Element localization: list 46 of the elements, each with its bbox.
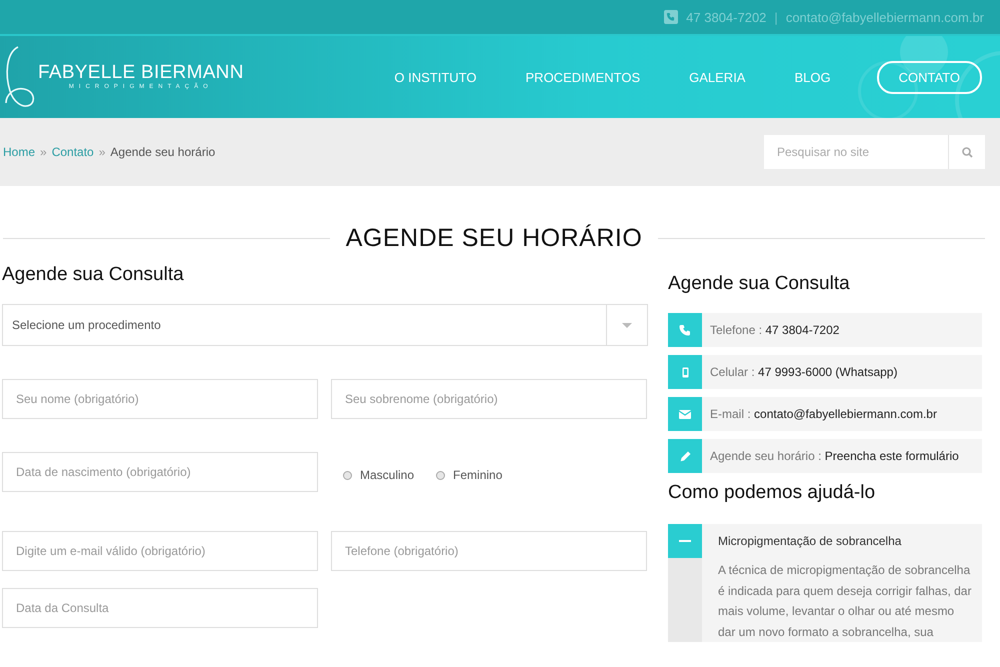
nav-link[interactable]: GALERIA xyxy=(665,58,770,96)
radio-button[interactable] xyxy=(343,470,352,480)
nav-link[interactable]: PROCEDIMENTOS xyxy=(502,58,664,96)
radio-label: Feminino xyxy=(453,468,502,482)
breadcrumb-separator: » xyxy=(40,145,47,159)
form-heading: Agende sua Consulta xyxy=(2,264,185,286)
breadcrumb-link[interactable]: Contato xyxy=(52,145,94,159)
text-field[interactable]: Data da Consulta xyxy=(2,588,318,628)
breadcrumb-current: Agende seu horário xyxy=(110,145,216,159)
radio-label: Masculino xyxy=(360,468,414,482)
text-field[interactable]: Telefone (obrigatório) xyxy=(331,531,647,571)
help-heading: Como podemos ajudá-lo xyxy=(668,482,876,504)
contact-info: E-mail : contato@fabyellebiermann.com.br xyxy=(709,407,937,421)
page-title: AGENDE SEU HORÁRIO xyxy=(346,224,642,252)
accordion-title[interactable]: Micropigmentação de sobrancelha xyxy=(718,534,974,548)
text-field[interactable]: Seu sobrenome (obrigatório) xyxy=(331,379,647,419)
procedure-select[interactable]: Selecione um procedimento xyxy=(2,304,648,346)
sidebar-heading: Agende sua Consulta xyxy=(668,273,851,295)
contact-info: Telefone : 47 3804-7202 xyxy=(709,323,840,337)
envelope-icon xyxy=(679,410,691,418)
pencil-icon xyxy=(680,450,690,462)
search-button[interactable] xyxy=(948,135,985,169)
contact-info: Celular : 47 9993-6000 (Whatsapp) xyxy=(709,365,898,379)
breadcrumb-link[interactable]: Home xyxy=(3,145,36,159)
text-field[interactable]: Seu nome (obrigatório) xyxy=(2,379,318,419)
radio-button[interactable] xyxy=(436,470,446,480)
breadcrumb-separator: » xyxy=(98,145,106,159)
text-field[interactable]: Data de nascimento (obrigatório) xyxy=(2,452,318,492)
nav-link[interactable]: O INSTITUTO xyxy=(370,58,501,96)
text-field[interactable]: Digite um e-mail válido (obrigatório) xyxy=(2,531,318,571)
nav-link[interactable]: BLOG xyxy=(770,58,855,96)
phone-icon xyxy=(679,324,691,336)
nav-link[interactable]: CONTATO xyxy=(876,60,982,94)
contact-info: Agende seu horário : Preencha este formulário xyxy=(709,449,959,463)
phone-icon xyxy=(664,10,678,24)
accordion-toggle[interactable] xyxy=(668,524,702,558)
search-icon xyxy=(962,146,972,158)
search-field[interactable]: Pesquisar no site xyxy=(764,135,948,169)
logo-text[interactable]: FABYELLE BIERMANN xyxy=(38,63,244,83)
logo-swirl-icon xyxy=(2,45,36,109)
topbar-email[interactable]: contato@fabyellebiermann.com.br xyxy=(786,10,984,24)
mobile-phone-icon xyxy=(682,366,688,378)
accordion-text: A técnica de micropigmentação de sobrancelha é indicada para quem deseja corrigir falhas, dar mais volume, levantar o olhar ou até mesmo dar um novo formato a sobrancelha, sua xyxy=(718,562,972,640)
dropdown-caret-icon xyxy=(622,322,632,328)
separator: | xyxy=(774,10,778,24)
topbar-phone: 47 3804-7202 xyxy=(686,10,766,24)
